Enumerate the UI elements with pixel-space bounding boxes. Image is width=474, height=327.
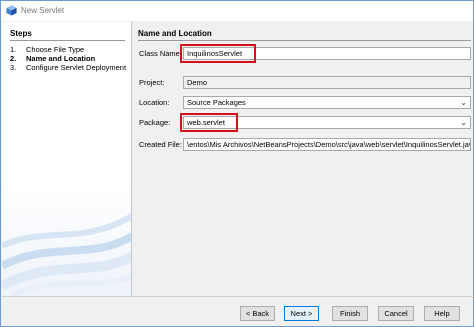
chevron-down-icon[interactable]: ⌄: [460, 117, 467, 128]
next-button[interactable]: Next >: [284, 306, 319, 321]
wizard-swoosh-decoration: [2, 213, 131, 296]
location-value: Source Packages: [187, 98, 246, 107]
class-name-label: Class Name:: [139, 49, 182, 58]
location-label: Location:: [139, 98, 170, 107]
step-item-name-and-location: 2. Name and Location: [10, 54, 96, 63]
steps-heading: Steps: [10, 29, 32, 38]
panel-heading: Name and Location: [138, 29, 212, 38]
project-label: Project:: [139, 78, 165, 87]
new-servlet-dialog: New Servlet Steps 1. Choose File Type 2. N…: [0, 0, 474, 327]
back-button[interactable]: < Back: [240, 306, 275, 321]
button-bar-divider: [2, 296, 474, 297]
panel-divider: [138, 40, 471, 41]
class-name-highlight: [180, 44, 256, 63]
project-field: Demo: [183, 76, 471, 89]
package-label: Package:: [139, 118, 171, 127]
cancel-button[interactable]: Cancel: [378, 306, 414, 321]
steps-list: 1. Choose File Type 2. Name and Location 3…: [10, 45, 126, 72]
chevron-down-icon[interactable]: ⌄: [460, 97, 467, 108]
created-file-field: \entos\Mis Archivos\NetBeansProjects\Dem…: [183, 138, 471, 151]
help-button[interactable]: Help: [424, 306, 460, 321]
steps-divider: [10, 40, 125, 41]
step-item-configure-servlet-deployment: 3. Configure Servlet Deployment: [10, 63, 127, 72]
package-highlight: [180, 113, 238, 132]
location-select[interactable]: Source Packages ⌄: [183, 96, 471, 109]
name-and-location-panel: Name and Location Class Name: Inquilinos…: [133, 22, 473, 296]
step-item-choose-file-type: 1. Choose File Type: [10, 45, 85, 54]
title-bar: New Servlet: [1, 1, 473, 21]
netbeans-cube-icon: [6, 5, 17, 16]
steps-panel: Steps 1. Choose File Type 2. Name and Loca…: [2, 22, 132, 296]
window-title: New Servlet: [21, 6, 65, 15]
created-file-label: Created File:: [139, 140, 182, 149]
finish-button[interactable]: Finish: [332, 306, 368, 321]
